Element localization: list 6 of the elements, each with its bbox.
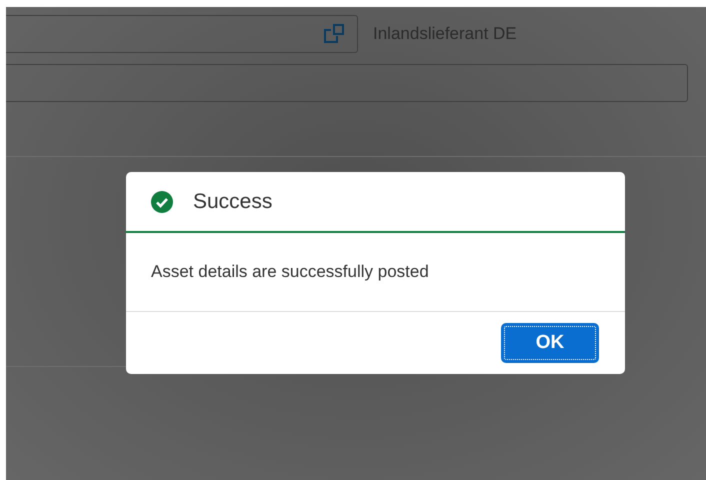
ok-button[interactable]: OK xyxy=(501,323,599,363)
dialog-message: Asset details are successfully posted xyxy=(151,262,429,282)
dialog-title: Success xyxy=(193,190,272,214)
input-field[interactable] xyxy=(6,64,688,102)
value-help-icon[interactable] xyxy=(323,24,345,44)
value-help-field[interactable] xyxy=(6,15,358,53)
